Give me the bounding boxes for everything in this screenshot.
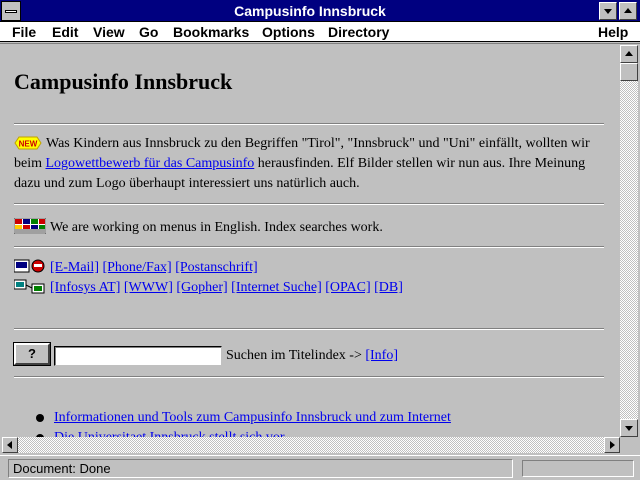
divider <box>14 246 604 248</box>
maximize-button[interactable] <box>619 2 637 20</box>
arrow-up-icon <box>625 51 633 56</box>
page-title: Campusinfo Innsbruck <box>14 69 233 94</box>
flags-icon <box>14 218 46 234</box>
menu-view[interactable]: View <box>93 23 125 41</box>
title-index-search-input[interactable] <box>54 346 222 366</box>
search-label: Suchen im Titelindex -> [Info] <box>226 346 398 366</box>
menu-bar: File Edit View Go Bookmarks Options Dire… <box>0 22 640 42</box>
new-badge-icon: NEW <box>14 136 42 150</box>
email-link[interactable]: [E-Mail] <box>50 260 99 275</box>
english-note: We are working on menus in English. Inde… <box>14 218 604 238</box>
scroll-right-button[interactable] <box>604 437 620 453</box>
db-link[interactable]: [DB] <box>374 280 403 295</box>
status-text: Document: Done <box>8 459 513 478</box>
status-progress <box>522 460 634 477</box>
infosys-at-link[interactable]: [Infosys AT] <box>50 280 120 295</box>
tools-info-link[interactable]: Informationen und Tools zum Campusinfo I… <box>54 410 451 425</box>
contact-links-row: [E-Mail] [Phone/Fax] [Postanschrift] <box>14 258 604 278</box>
search-label-text: Suchen im Titelindex -> <box>226 348 362 363</box>
scroll-down-button[interactable] <box>620 419 638 437</box>
arrow-down-icon <box>625 426 633 431</box>
menu-edit[interactable]: Edit <box>52 23 78 41</box>
horizontal-scroll-track[interactable] <box>18 437 604 453</box>
divider <box>14 376 604 378</box>
opac-link[interactable]: [OPAC] <box>325 280 370 295</box>
vertical-scroll-track[interactable] <box>620 63 638 419</box>
info-links-row: [Infosys AT] [WWW] [Gopher] [Internet Su… <box>14 278 604 298</box>
status-bar: Document: Done <box>0 455 640 480</box>
new-badge-label: NEW <box>19 140 38 149</box>
menu-help[interactable]: Help <box>598 23 628 41</box>
horizontal-scrollbar[interactable] <box>2 437 620 453</box>
search-info-link[interactable]: [Info] <box>365 348 398 363</box>
menu-directory[interactable]: Directory <box>328 23 389 41</box>
intro-paragraph: NEW Was Kindern aus Innsbruck zu den Beg… <box>14 134 604 194</box>
scroll-left-button[interactable] <box>2 437 18 453</box>
content-frame: Campusinfo Innsbruck NEW Was Kindern aus… <box>0 43 640 454</box>
scrollbar-corner <box>620 437 638 453</box>
vertical-scroll-thumb[interactable] <box>620 63 638 81</box>
internet-search-link[interactable]: [Internet Suche] <box>231 280 322 295</box>
postal-address-link[interactable]: [Postanschrift] <box>175 260 257 275</box>
search-submit-button[interactable]: ? <box>14 343 50 365</box>
divider <box>14 203 604 205</box>
network-icon <box>14 279 45 294</box>
list-item: Informationen und Tools zum Campusinfo I… <box>54 408 604 428</box>
title-bar: Campusinfo Innsbruck <box>0 0 640 22</box>
vertical-scrollbar[interactable] <box>620 45 638 437</box>
gopher-link[interactable]: [Gopher] <box>176 280 227 295</box>
menu-bookmarks[interactable]: Bookmarks <box>173 23 249 41</box>
scroll-up-button[interactable] <box>620 45 638 63</box>
divider <box>14 123 604 125</box>
contact-icon <box>14 259 45 273</box>
menu-go[interactable]: Go <box>139 23 158 41</box>
minimize-button[interactable] <box>599 2 617 20</box>
system-menu-button[interactable] <box>1 1 21 21</box>
menu-options[interactable]: Options <box>262 23 315 41</box>
arrow-left-icon <box>7 441 12 449</box>
logo-contest-link[interactable]: Logowettbewerb für das Campusinfo <box>46 156 255 171</box>
phone-fax-link[interactable]: [Phone/Fax] <box>102 260 171 275</box>
list-bullet <box>36 414 44 422</box>
menu-file[interactable]: File <box>12 23 36 41</box>
www-link[interactable]: [WWW] <box>124 280 173 295</box>
window-title: Campusinfo Innsbruck <box>234 3 386 19</box>
arrow-right-icon <box>610 441 615 449</box>
english-note-text: We are working on menus in English. Inde… <box>50 220 383 235</box>
document-view: Campusinfo Innsbruck NEW Was Kindern aus… <box>2 46 604 438</box>
divider <box>14 328 604 330</box>
